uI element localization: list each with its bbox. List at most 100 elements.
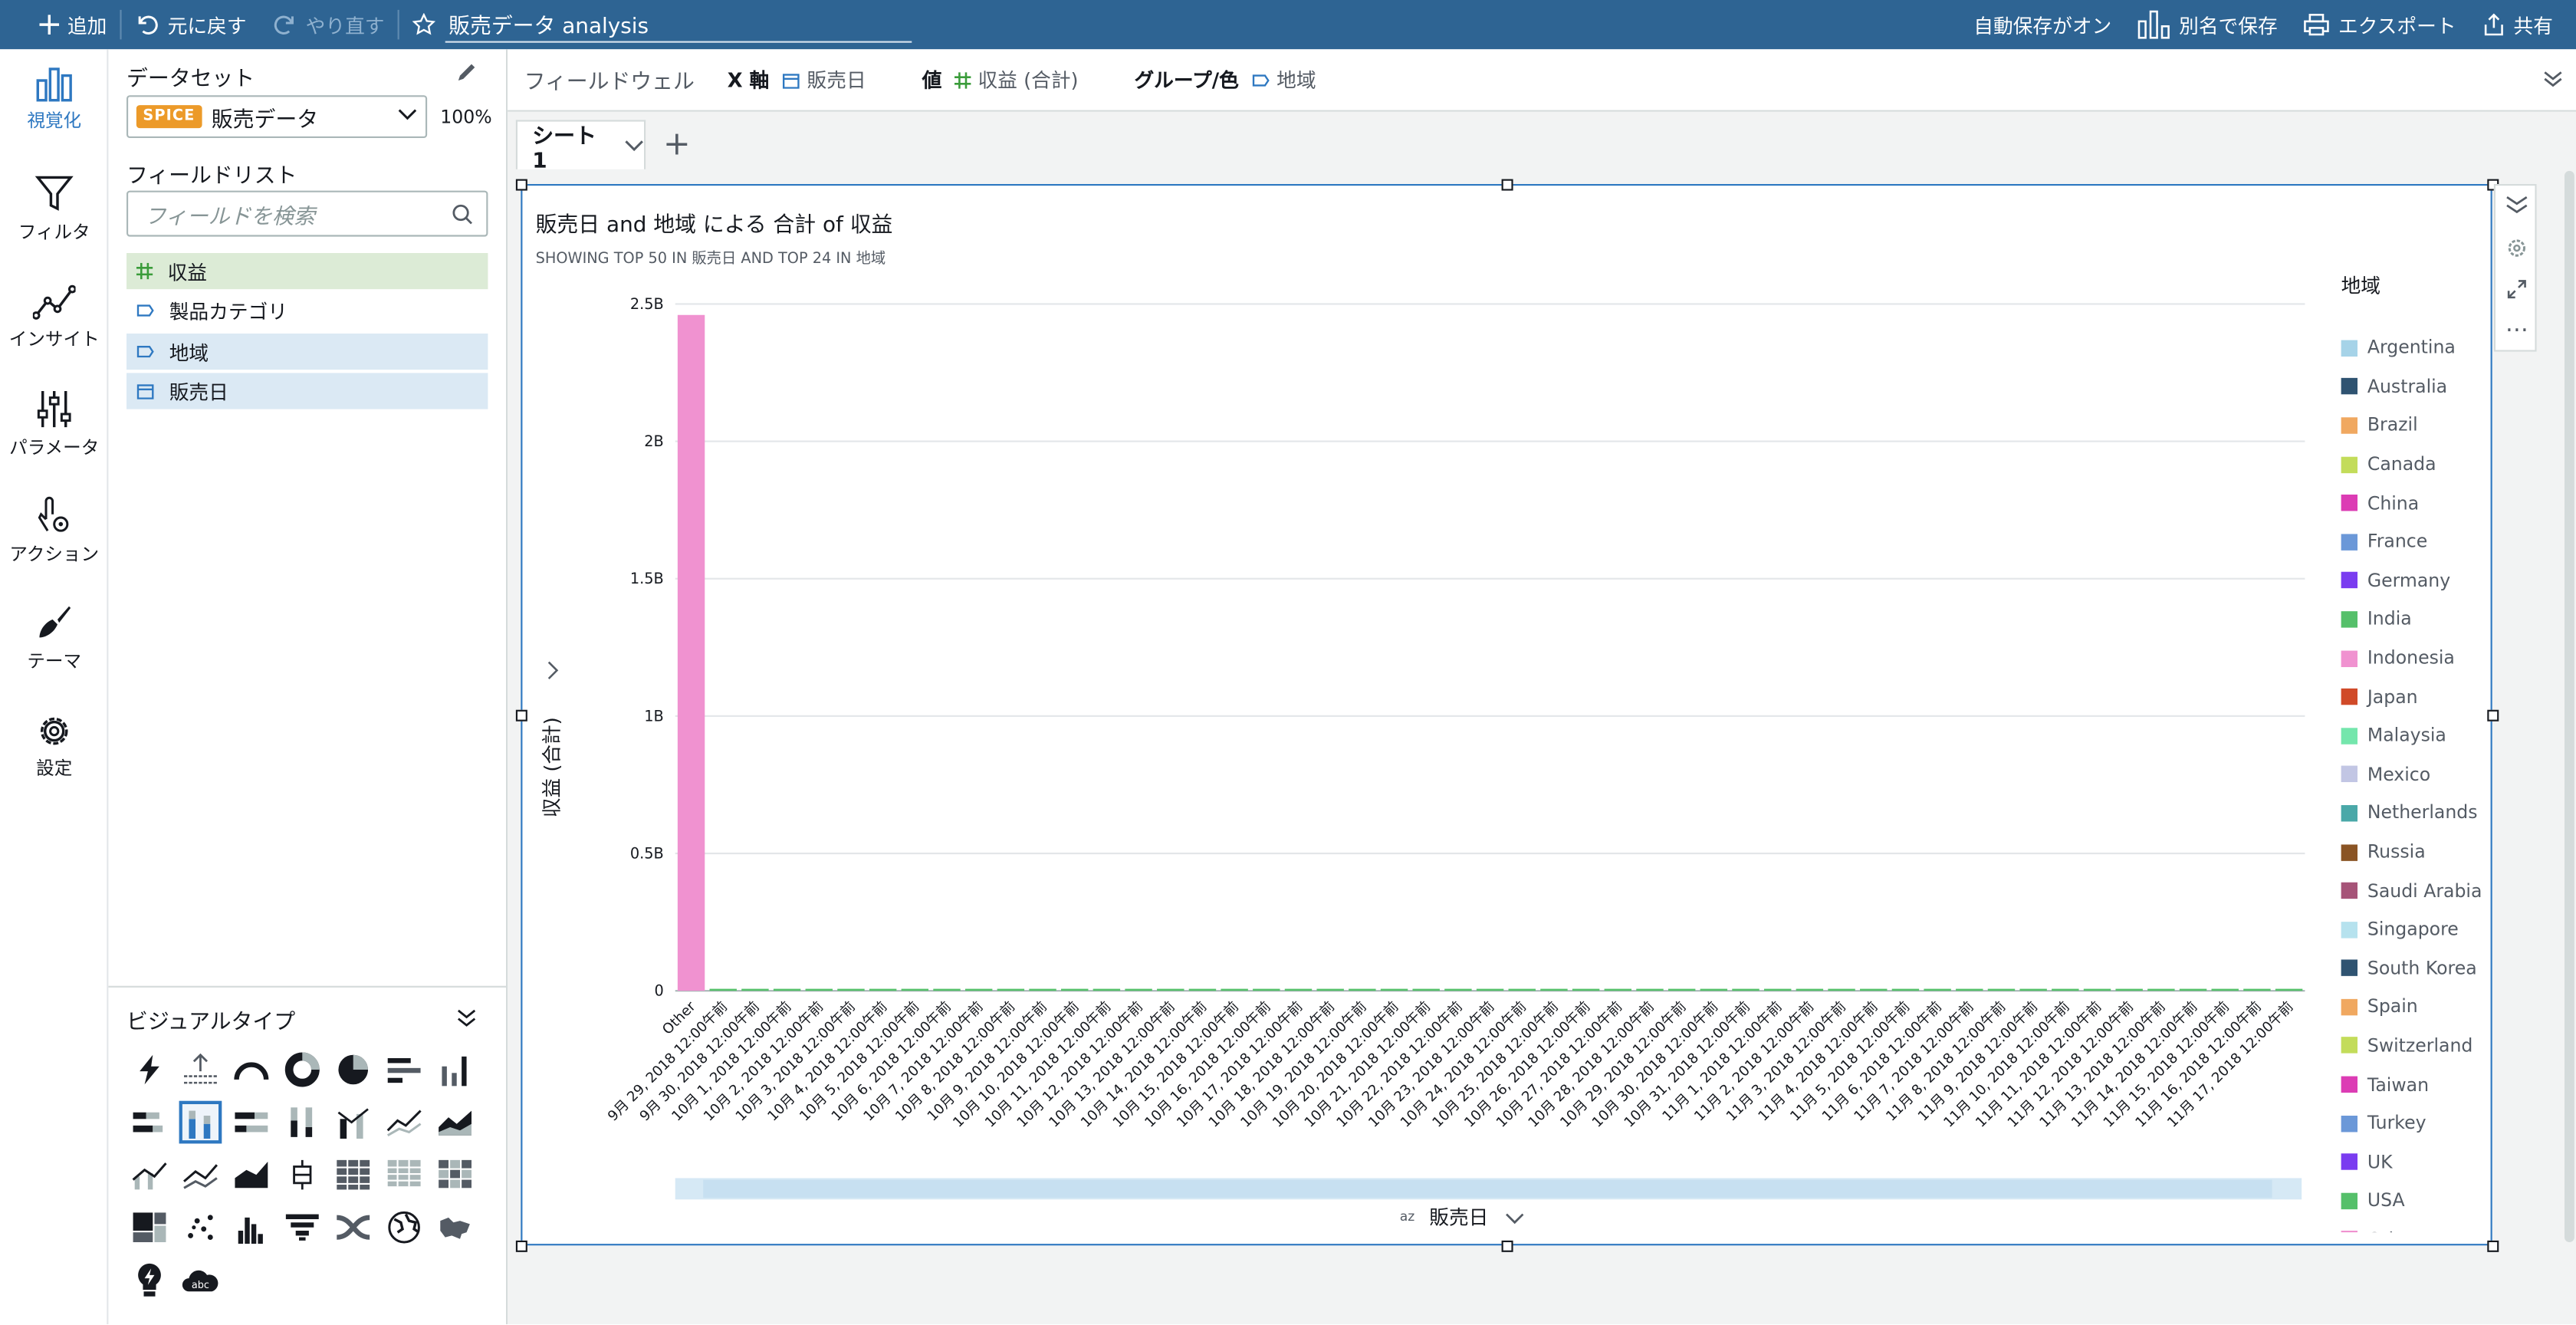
more-options-icon[interactable]: ⋯ (2505, 317, 2528, 344)
stacked-hbar-icon[interactable] (128, 1101, 171, 1144)
bar[interactable] (1061, 988, 1089, 991)
dataset-select[interactable]: SPICE 販売データ (127, 95, 428, 138)
bar[interactable] (1444, 988, 1472, 991)
funnel-icon[interactable] (281, 1206, 324, 1249)
resize-handle[interactable] (2487, 1240, 2499, 1252)
bar[interactable] (1796, 988, 1824, 991)
gauge-icon[interactable] (230, 1048, 273, 1091)
legend-item[interactable]: USA (2341, 1182, 2492, 1221)
legend-item[interactable]: France (2341, 522, 2492, 561)
add-sheet-button[interactable]: + (659, 123, 695, 163)
nav-item-themes[interactable]: テーマ (0, 603, 108, 673)
resize-handle[interactable] (1501, 179, 1513, 191)
nav-item-parameters[interactable]: パラメータ (0, 390, 108, 460)
horizontal-bar-icon[interactable] (383, 1048, 426, 1091)
bar[interactable] (2083, 988, 2111, 991)
legend-item[interactable]: Saudi Arabia (2341, 871, 2492, 910)
stacked-vbar-icon[interactable] (179, 1100, 222, 1144)
bar[interactable] (709, 988, 737, 991)
bar[interactable] (933, 988, 961, 991)
field-item-product-category[interactable]: 製品カテゴリ (127, 292, 488, 328)
bar[interactable] (741, 988, 769, 991)
bar[interactable] (1860, 988, 1888, 991)
add-button[interactable]: 追加 (26, 0, 120, 49)
legend-item[interactable]: Brazil (2341, 406, 2492, 446)
chevron-right-icon[interactable] (547, 661, 559, 679)
legend-item[interactable]: Malaysia (2341, 716, 2492, 755)
bar[interactable] (2211, 988, 2239, 991)
expand-icon[interactable] (2507, 279, 2527, 299)
expand-field-well-icon[interactable] (2543, 71, 2563, 87)
nav-item-insights[interactable]: インサイト (0, 284, 108, 352)
box-plot-icon[interactable] (281, 1153, 324, 1196)
legend-item[interactable]: South Korea (2341, 949, 2492, 988)
x-axis-well[interactable]: X 軸 販売日 (728, 66, 866, 94)
legend-item[interactable]: Switzerland (2341, 1027, 2492, 1066)
legend-item[interactable]: Mexico (2341, 755, 2492, 794)
legend-item[interactable]: China (2341, 484, 2492, 523)
bar[interactable] (1508, 988, 1536, 991)
bar[interactable] (837, 988, 865, 991)
share-button[interactable]: 共有 (2469, 0, 2566, 49)
collapse-visual-icon[interactable] (2505, 196, 2528, 215)
legend-item[interactable]: Other (2341, 1220, 2492, 1233)
field-item-revenue[interactable]: 収益 (127, 253, 488, 290)
bar[interactable] (2115, 988, 2143, 991)
legend-item[interactable]: India (2341, 600, 2492, 639)
bar[interactable] (1987, 988, 2016, 991)
bar[interactable] (1891, 988, 1920, 991)
format-visual-gear-icon[interactable] (2507, 238, 2527, 258)
bar[interactable] (805, 988, 833, 991)
bar[interactable] (1476, 988, 1504, 991)
analysis-title-input[interactable]: 販売データ analysis (445, 7, 912, 43)
bar[interactable] (964, 988, 993, 991)
legend-item[interactable]: Turkey (2341, 1104, 2492, 1143)
legend-item[interactable]: Canada (2341, 445, 2492, 484)
resize-handle[interactable] (515, 709, 527, 722)
pct-hbar-icon[interactable] (230, 1101, 273, 1144)
pie-icon[interactable] (332, 1048, 375, 1091)
bar[interactable] (2275, 988, 2303, 991)
resize-handle[interactable] (1501, 1240, 1513, 1252)
x-axis-label[interactable]: 販売日 (1429, 1206, 1488, 1229)
area-chart-icon[interactable] (434, 1101, 477, 1144)
legend-item[interactable]: Australia (2341, 367, 2492, 406)
bar[interactable] (1316, 988, 1344, 991)
tab-sheet-1[interactable]: シート 1 (515, 120, 646, 173)
canvas-scrollbar[interactable] (2564, 170, 2574, 1242)
chevron-down-icon[interactable] (1506, 1213, 1524, 1225)
legend-item[interactable]: Russia (2341, 833, 2492, 872)
bar[interactable] (1253, 988, 1280, 991)
histogram-icon[interactable] (230, 1206, 273, 1249)
export-button[interactable]: エクスポート (2291, 0, 2469, 49)
tree-map-icon[interactable] (128, 1206, 171, 1249)
geo-map-icon[interactable] (383, 1206, 426, 1249)
bar[interactable] (1412, 988, 1440, 991)
autograph-icon[interactable] (128, 1048, 171, 1091)
legend-item[interactable]: Indonesia (2341, 639, 2492, 678)
bar[interactable] (1668, 988, 1696, 991)
bar[interactable] (997, 988, 1025, 991)
legend-item[interactable]: Singapore (2341, 910, 2492, 949)
bar[interactable] (1221, 988, 1248, 991)
bar[interactable] (1540, 988, 1568, 991)
table-icon[interactable] (383, 1153, 426, 1196)
line-chart-icon[interactable] (383, 1101, 426, 1144)
word-cloud-icon[interactable]: abc (179, 1258, 222, 1301)
bar[interactable] (2019, 988, 2047, 991)
field-item-sales-date[interactable]: 販売日 (127, 373, 488, 409)
stacked-line-icon[interactable] (179, 1153, 222, 1196)
chevron-down-icon[interactable] (624, 139, 644, 152)
bar[interactable] (773, 988, 801, 991)
insight-icon[interactable] (128, 1258, 171, 1301)
legend-item[interactable]: Netherlands (2341, 794, 2492, 833)
value-well[interactable]: 値 収益 (合計) (922, 66, 1079, 94)
bar[interactable] (2147, 988, 2175, 991)
bar[interactable] (1092, 988, 1121, 991)
bar[interactable] (1284, 988, 1313, 991)
sort-az-icon[interactable]: az (1400, 1209, 1414, 1225)
favorite-button[interactable] (399, 0, 442, 49)
collapse-chevron-icon[interactable] (457, 1009, 477, 1029)
resize-handle[interactable] (515, 1240, 527, 1252)
nav-item-filter[interactable]: フィルタ (0, 174, 108, 245)
